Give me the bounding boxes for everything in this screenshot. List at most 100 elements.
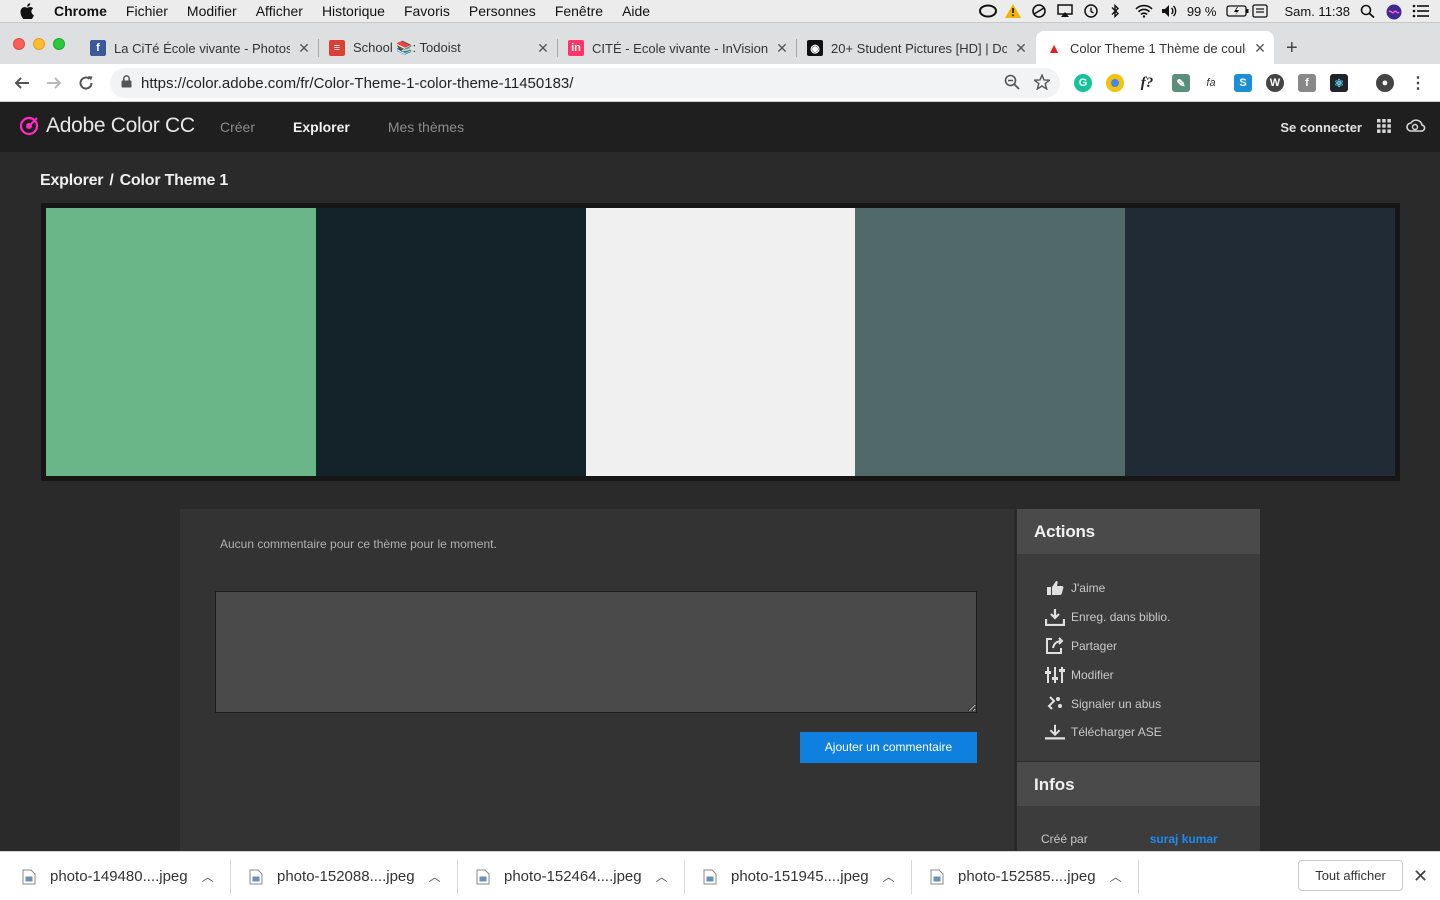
breadcrumb-explorer-link[interactable]: Explorer — [40, 172, 104, 190]
adobe-color-logo[interactable]: Adobe Color CC — [18, 114, 195, 138]
color-swatch-1[interactable] — [46, 208, 316, 476]
chrome-menu-icon[interactable]: ⋮ — [1409, 74, 1427, 92]
action-share[interactable]: Partager — [1017, 632, 1260, 661]
tab-facebook[interactable]: f La CiTé École vivante - Photos ✕ — [80, 31, 318, 65]
color-swatch-3[interactable] — [585, 208, 856, 476]
wifi-icon[interactable] — [1135, 4, 1153, 18]
action-edit[interactable]: Modifier — [1017, 660, 1260, 689]
nav-mes-themes[interactable]: Mes thèmes — [388, 119, 464, 135]
profile-avatar-icon[interactable]: ● — [1376, 74, 1394, 92]
browser-toolbar: https://color.adobe.com/fr/Color-Theme-1… — [0, 64, 1440, 102]
show-all-downloads-button[interactable]: Tout afficher — [1298, 860, 1403, 891]
lock-icon[interactable] — [121, 74, 132, 92]
menu-historique[interactable]: Historique — [322, 3, 385, 19]
reload-button[interactable] — [76, 73, 96, 93]
adobe-color-wheel-icon — [19, 116, 39, 136]
download-item[interactable]: photo-151945....jpeg ︿ — [703, 852, 895, 900]
chevron-up-icon[interactable]: ︿ — [656, 868, 668, 885]
notification-center-icon[interactable] — [1412, 4, 1429, 18]
download-item[interactable]: photo-152088....jpeg ︿ — [249, 852, 441, 900]
creative-cloud-icon[interactable] — [1406, 118, 1426, 137]
download-item[interactable]: photo-152585....jpeg ︿ — [930, 852, 1122, 900]
tab-close-icon[interactable]: ✕ — [535, 40, 551, 57]
tab-adobe-color-active[interactable]: ▲ Color Theme 1 Thème de coule ✕ — [1036, 31, 1274, 65]
tab-close-icon[interactable]: ✕ — [774, 40, 790, 57]
tab-invision[interactable]: in CITÉ - Ecole vivante - InVision ✕ — [558, 31, 796, 65]
eyedropper-extension-icon[interactable]: ✎ — [1172, 74, 1190, 92]
comment-textarea[interactable] — [215, 591, 977, 713]
color-swatch-4[interactable] — [855, 208, 1126, 476]
author-link[interactable]: suraj kumar — [1150, 832, 1218, 846]
macos-menubar: Chrome Fichier Modifier Afficher Histori… — [0, 0, 1440, 22]
maximize-window-button[interactable] — [53, 38, 65, 50]
download-divider — [230, 860, 231, 894]
download-item[interactable]: photo-149480....jpeg ︿ — [22, 852, 214, 900]
bookmark-star-icon[interactable] — [1032, 73, 1052, 94]
color-swatch-5[interactable] — [1125, 208, 1395, 476]
chevron-up-icon[interactable]: ︿ — [1110, 868, 1122, 885]
menu-fichier[interactable]: Fichier — [126, 3, 168, 19]
menu-app-name[interactable]: Chrome — [54, 3, 107, 19]
airplay-icon[interactable] — [1057, 4, 1073, 18]
menu-modifier[interactable]: Modifier — [187, 3, 237, 19]
menu-afficher[interactable]: Afficher — [256, 3, 303, 19]
battery-icon[interactable] — [1226, 4, 1249, 18]
tab-close-icon[interactable]: ✕ — [1252, 40, 1268, 57]
wordpress-extension-icon[interactable]: W — [1266, 74, 1284, 92]
font-identify-extension-icon[interactable]: f? — [1138, 74, 1156, 92]
sketch-extension-icon[interactable]: S — [1234, 74, 1252, 92]
keyboard-input-icon[interactable] — [1252, 4, 1269, 18]
creative-cloud-icon[interactable] — [978, 4, 997, 18]
facebook-extension-icon[interactable]: f — [1298, 74, 1316, 92]
warning-icon[interactable] — [1004, 4, 1021, 18]
download-divider — [1138, 860, 1139, 894]
actions-sidebar: Actions J'aime Enreg. dans biblio. Parta… — [1017, 509, 1260, 854]
minimize-window-button[interactable] — [33, 38, 45, 50]
add-comment-button[interactable]: Ajouter un commentaire — [800, 732, 977, 763]
grammarly-extension-icon[interactable]: G — [1074, 74, 1092, 92]
back-button[interactable] — [12, 73, 32, 93]
menu-fenetre[interactable]: Fenêtre — [555, 3, 603, 19]
app-grid-icon[interactable] — [1376, 118, 1392, 137]
download-filename: photo-151945....jpeg — [731, 868, 869, 885]
bluetooth-icon[interactable] — [1109, 3, 1125, 19]
fontawesome-extension-icon[interactable]: fa — [1202, 74, 1220, 92]
action-like[interactable]: J'aime — [1017, 574, 1260, 603]
siri-icon[interactable] — [1386, 4, 1402, 20]
download-item[interactable]: photo-152464....jpeg ︿ — [476, 852, 668, 900]
tab-todoist[interactable]: ≡ School 📚: Todoist ✕ — [319, 31, 557, 65]
nav-creer[interactable]: Créer — [220, 119, 255, 135]
forward-button[interactable] — [44, 73, 64, 93]
action-report-abuse[interactable]: Signaler un abus — [1017, 689, 1260, 718]
react-devtools-extension-icon[interactable]: ⚛ — [1330, 74, 1348, 92]
close-downloads-icon[interactable]: ✕ — [1413, 866, 1428, 887]
clock[interactable]: Sam. 11:38 — [1284, 4, 1350, 19]
color-swatch-2[interactable] — [315, 208, 586, 476]
close-window-button[interactable] — [13, 38, 25, 50]
volume-icon[interactable] — [1161, 4, 1177, 18]
menu-personnes[interactable]: Personnes — [469, 3, 536, 19]
action-save-library[interactable]: Enreg. dans biblio. — [1017, 603, 1260, 632]
sign-in-link[interactable]: Se connecter — [1280, 120, 1362, 135]
apple-menu-icon[interactable] — [20, 3, 38, 19]
chrome-extension-icon[interactable] — [1106, 74, 1124, 92]
tab-close-icon[interactable]: ✕ — [1013, 40, 1029, 57]
nav-explorer[interactable]: Explorer — [293, 119, 350, 135]
menu-aide[interactable]: Aide — [622, 3, 650, 19]
chevron-up-icon[interactable]: ︿ — [202, 868, 214, 885]
download-filename: photo-152585....jpeg — [958, 868, 1096, 885]
menu-favoris[interactable]: Favoris — [404, 3, 450, 19]
tab-close-icon[interactable]: ✕ — [296, 40, 312, 57]
action-download-ase[interactable]: Télécharger ASE — [1017, 718, 1260, 747]
zoom-icon[interactable] — [1004, 74, 1020, 94]
new-tab-button[interactable]: + — [1286, 37, 1298, 60]
chevron-up-icon[interactable]: ︿ — [883, 868, 895, 885]
tab-student-pictures[interactable]: ◉ 20+ Student Pictures [HD] | Do ✕ — [797, 31, 1035, 65]
battery-percentage: 99 % — [1186, 3, 1217, 19]
address-bar[interactable]: https://color.adobe.com/fr/Color-Theme-1… — [110, 68, 1060, 98]
spotlight-search-icon[interactable] — [1360, 4, 1376, 19]
time-machine-icon[interactable] — [1083, 4, 1099, 18]
url-text[interactable]: https://color.adobe.com/fr/Color-Theme-1… — [141, 75, 573, 92]
sync-circle-icon[interactable] — [1031, 4, 1047, 18]
chevron-up-icon[interactable]: ︿ — [429, 868, 441, 885]
